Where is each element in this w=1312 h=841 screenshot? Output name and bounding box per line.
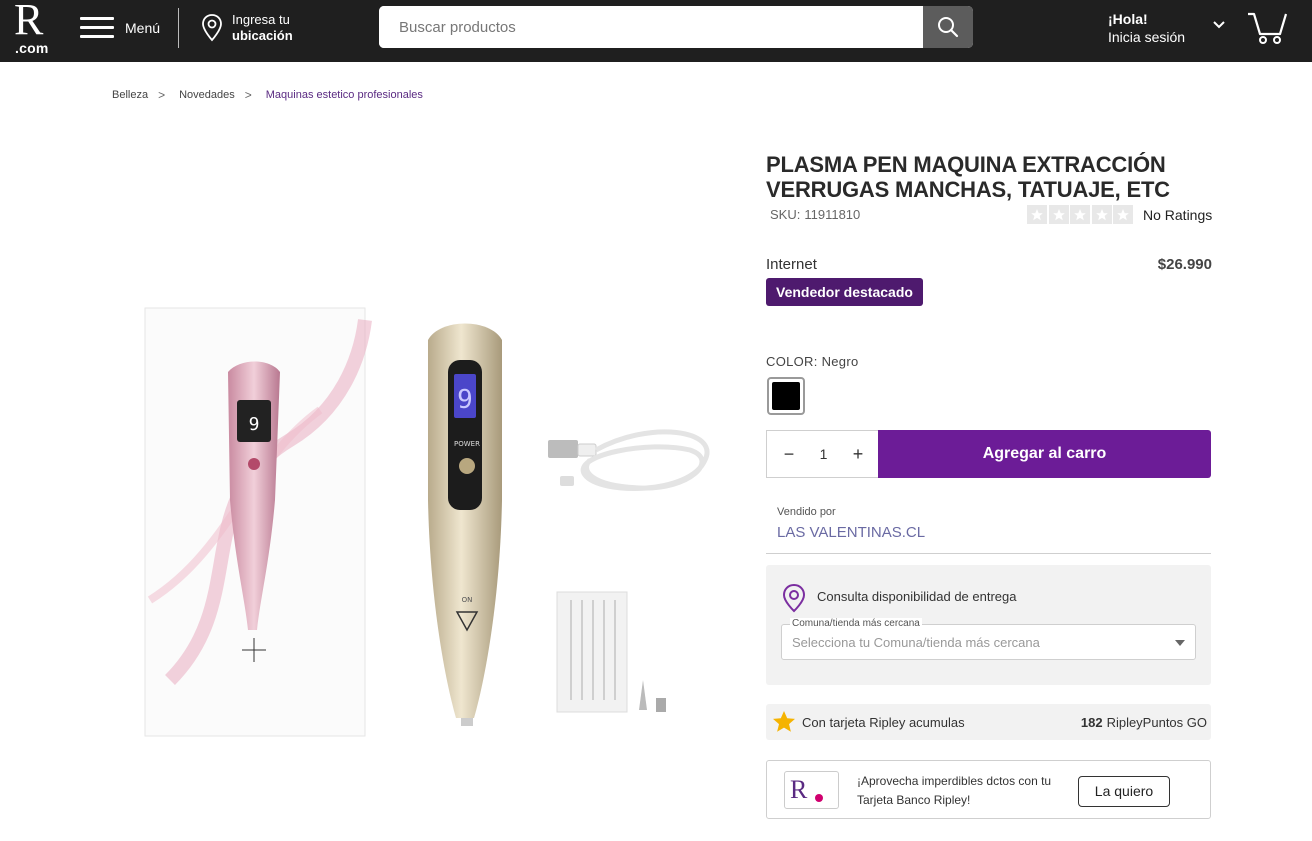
svg-text:POWER: POWER	[454, 440, 480, 448]
location-pin-icon	[202, 14, 222, 42]
svg-text:9: 9	[457, 385, 473, 415]
star-icon	[1070, 205, 1090, 224]
breadcrumb-item-maquinas[interactable]: Maquinas estetico profesionales	[266, 89, 423, 101]
login-label: Inicia sesión	[1108, 29, 1186, 45]
breadcrumb: Belleza > Novedades > Maquinas estetico …	[112, 88, 423, 102]
account-button[interactable]: ¡Hola! Inicia sesión	[1108, 10, 1185, 46]
featured-seller-badge: Vendedor destacado	[766, 278, 923, 306]
star-icon	[1091, 205, 1112, 224]
chevron-right-icon: >	[158, 88, 166, 102]
points-value: 182 RipleyPuntos GO	[1080, 715, 1207, 730]
comuna-select-legend: Comuna/tienda más cercana	[790, 618, 922, 629]
ratings-text: No Ratings	[1143, 207, 1213, 223]
delivery-panel: Consulta disponibilidad de entrega Comun…	[766, 565, 1211, 685]
search-icon	[938, 17, 959, 38]
promo-text: ¡Aprovecha imperdibles dctos con tu Tarj…	[857, 774, 1052, 807]
divider	[766, 553, 1211, 554]
la-quiero-button[interactable]: La quiero	[1078, 776, 1170, 807]
menu-button[interactable]: Menú	[80, 14, 160, 42]
search-button[interactable]	[923, 6, 973, 48]
location-line1: Ingresa tu	[232, 12, 290, 27]
ripley-points-banner: Con tarjeta Ripley acumulas 182 RipleyPun…	[766, 704, 1211, 740]
chevron-down-icon[interactable]	[1212, 20, 1226, 30]
greeting: ¡Hola!	[1108, 11, 1148, 27]
star-icon	[1027, 205, 1047, 224]
chevron-right-icon: >	[244, 88, 252, 102]
star-icon	[1048, 205, 1069, 224]
price-label: Internet	[766, 256, 817, 273]
quantity-stepper: − 1 +	[766, 430, 878, 478]
sku-value: 11911810	[804, 207, 861, 222]
breadcrumb-item-belleza[interactable]: Belleza	[112, 89, 148, 101]
ripley-logo[interactable]: R .com	[14, 0, 54, 58]
comuna-select[interactable]: Comuna/tienda más cercana Selecciona tu …	[781, 618, 1196, 660]
menu-label: Menú	[125, 20, 161, 36]
header-divider	[178, 8, 179, 48]
price-value: $26.990	[1157, 256, 1212, 273]
quantity-value[interactable]: 1	[820, 446, 828, 462]
credit-card-promo: R ¡Aprovecha imperdibles dctos con tu Ta…	[766, 760, 1211, 819]
product-image[interactable]: 9 9 POWER ON	[130, 300, 740, 765]
seller-link[interactable]: LAS VALENTINAS.CL	[777, 524, 925, 541]
decrease-quantity-button[interactable]: −	[781, 444, 797, 465]
sku-text: SKU: 11911810	[766, 207, 860, 222]
comuna-select-placeholder: Selecciona tu Comuna/tienda más cercana	[792, 635, 1040, 650]
star-icon	[773, 711, 795, 732]
sold-by-label: Vendido por	[777, 506, 836, 518]
svg-text:ON: ON	[462, 596, 473, 604]
rating-stars[interactable]	[1027, 205, 1135, 224]
location-pin-icon	[782, 583, 806, 613]
product-title: PLASMA PEN MAQUINA EXTRACCIÓN VERRUGAS M…	[766, 152, 1170, 202]
hamburger-icon	[80, 16, 116, 40]
location-button[interactable]: Ingresa tu ubicación	[200, 12, 293, 44]
add-to-cart-button[interactable]: Agregar al carro	[878, 430, 1211, 478]
location-line2: ubicación	[232, 28, 293, 43]
star-icon	[1113, 205, 1133, 224]
breadcrumb-item-novedades[interactable]: Novedades	[179, 89, 235, 101]
search-bar	[379, 6, 973, 48]
color-label: COLOR: Negro	[766, 354, 859, 369]
svg-text:9: 9	[249, 414, 260, 435]
logo-letter: R	[14, 0, 44, 44]
color-swatch-negro[interactable]	[767, 377, 805, 415]
delivery-title: Consulta disponibilidad de entrega	[817, 589, 1017, 604]
sku-label: SKU:	[770, 207, 801, 222]
top-header: R .com Menú Ingresa tu ubicación ¡Hola! …	[0, 0, 1312, 62]
logo-domain: .com	[15, 40, 49, 56]
ripley-card-icon: R	[784, 771, 839, 809]
dropdown-arrow-icon	[1175, 640, 1185, 646]
cart-icon[interactable]	[1246, 10, 1290, 46]
points-text: Con tarjeta Ripley acumulas	[802, 715, 965, 730]
search-input[interactable]	[379, 6, 923, 48]
increase-quantity-button[interactable]: +	[850, 444, 866, 465]
color-value: Negro	[821, 354, 859, 369]
